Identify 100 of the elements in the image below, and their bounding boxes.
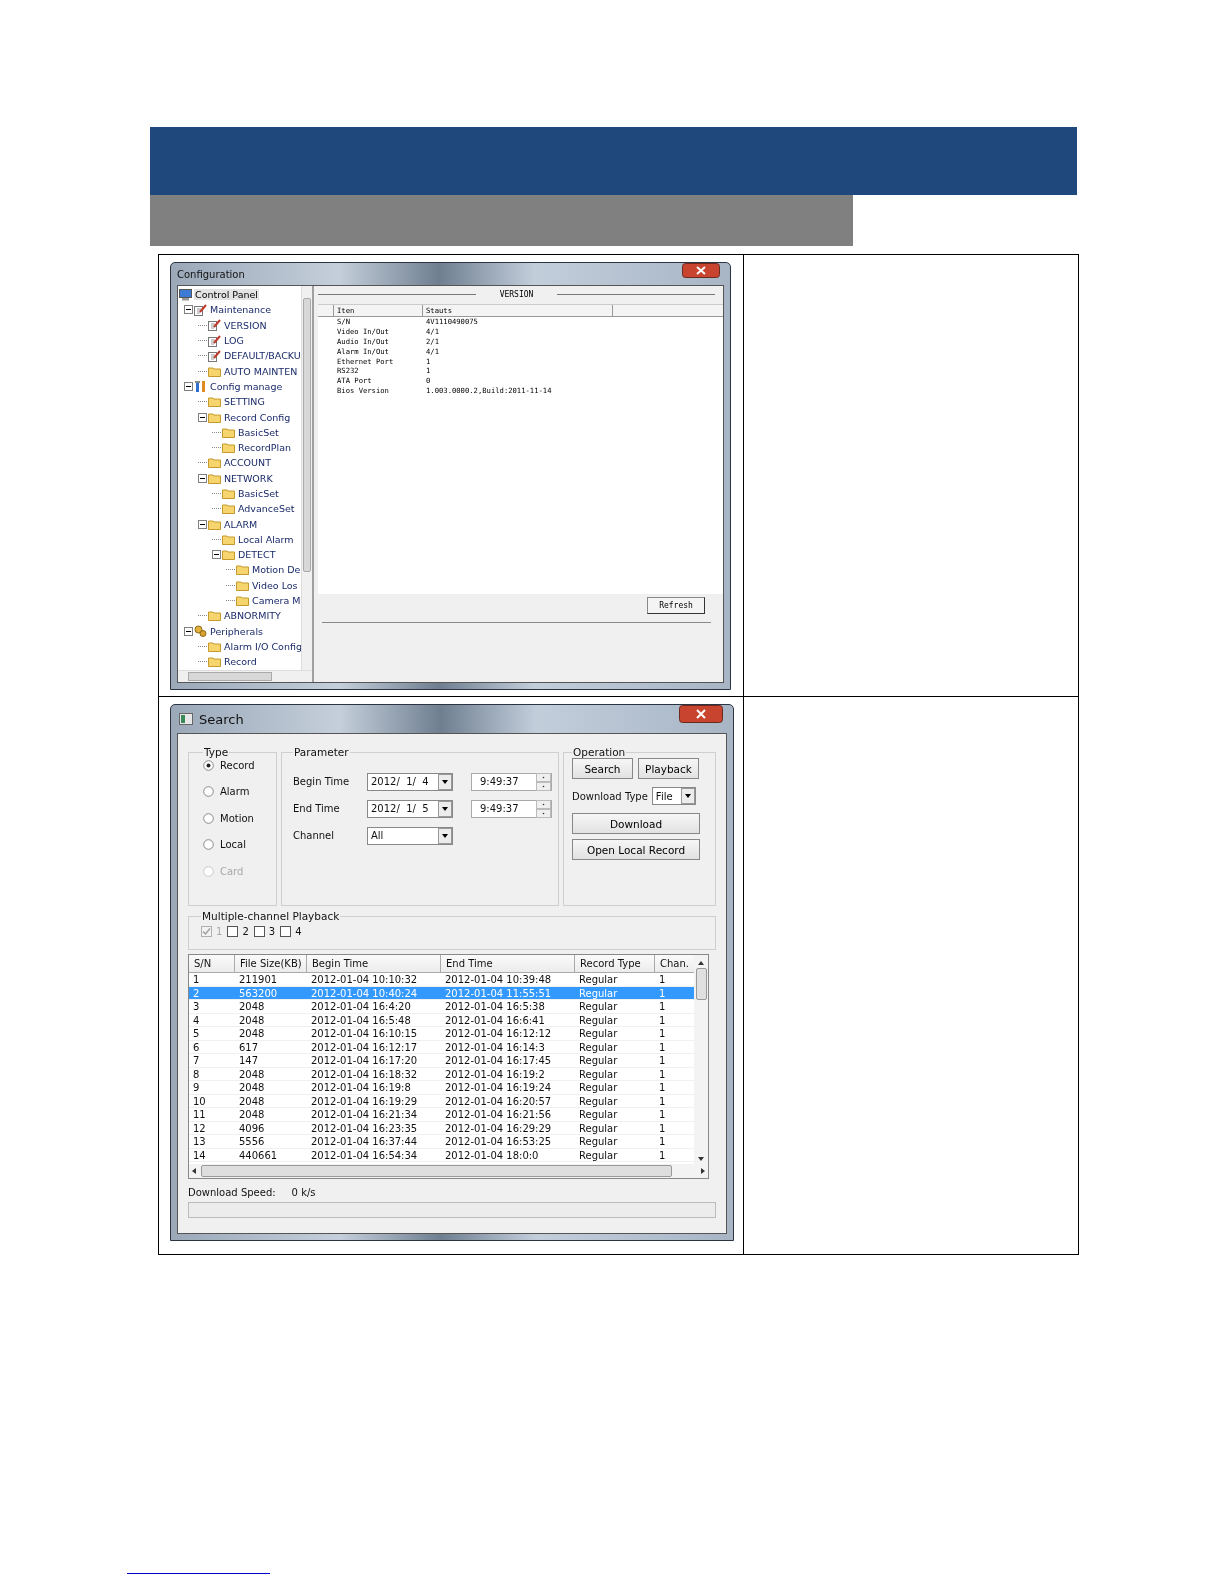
tree-item[interactable]: AUTO MAINTEN (223, 365, 299, 377)
tools-icon (194, 380, 207, 393)
tree-item[interactable]: Alarm I/O Config (223, 640, 301, 652)
tree-item[interactable]: Video Los (251, 579, 299, 591)
open-local-record-button[interactable]: Open Local Record (572, 839, 700, 860)
table-cell-text: Regular (578, 1121, 619, 1134)
table-cell-text: 563200 (238, 986, 279, 999)
tree-item[interactable]: Control Panel (194, 289, 259, 301)
table-cell-text: 1 (658, 1108, 667, 1121)
tree-item[interactable]: Peripherals (209, 625, 264, 637)
checkbox[interactable] (280, 926, 292, 937)
tree-item[interactable]: LOG (223, 335, 245, 347)
table-cell-text: 1 (658, 1094, 667, 1107)
table-row[interactable]: 8 2048 2012-01-04 16:18:32 2012-01-04 16:19:2 Regular 1 (189, 1067, 694, 1081)
column-header[interactable]: End Time (441, 955, 575, 972)
tree-item[interactable]: Camera M (251, 595, 301, 607)
collapse-icon[interactable] (198, 519, 207, 529)
tree-item[interactable]: ACCOUNT (223, 457, 272, 469)
table-row[interactable]: 4 2048 2012-01-04 16:5:48 2012-01-04 16:6:41 Regular 1 (189, 1013, 694, 1027)
close-icon[interactable] (682, 263, 720, 278)
table-cell-text: 2012-01-04 16:6:41 (444, 1013, 546, 1026)
download-button[interactable]: Download (572, 813, 700, 834)
table-row[interactable]: 9 2048 2012-01-04 16:19:8 2012-01-04 16:19:24 Regular 1 (189, 1081, 694, 1095)
scroll-thumb[interactable] (695, 968, 707, 1000)
column-header[interactable]: Begin Time (307, 955, 441, 972)
horizontal-scrollbar[interactable] (178, 670, 312, 682)
collapse-icon[interactable] (184, 305, 193, 315)
horizontal-scrollbar[interactable] (189, 1164, 708, 1178)
collapse-icon[interactable] (198, 473, 207, 483)
checkbox[interactable] (227, 926, 239, 937)
checkbox[interactable] (253, 926, 265, 937)
date-picker[interactable]: 2012/ 1/ 4 (367, 772, 453, 791)
radio-label: Card (220, 865, 244, 877)
table-cell-text: 440661 (238, 1148, 279, 1161)
tree-item[interactable]: AdvanceSet (237, 503, 296, 515)
tree-item[interactable]: SETTING (223, 396, 266, 408)
table-cell-text: 2012-01-04 11:55:51 (444, 986, 553, 999)
table-row[interactable]: 5 2048 2012-01-04 16:10:15 2012-01-04 16:12:12 Regular 1 (189, 1027, 694, 1041)
table-row[interactable]: 14 440661 2012-01-04 16:54:34 2012-01-04 18:0:0 Regular 1 (189, 1148, 694, 1162)
tree-item[interactable]: DETECT (237, 549, 277, 561)
tree-item[interactable]: Record Config (223, 411, 292, 423)
table-row[interactable]: 12 4096 2012-01-04 16:23:35 2012-01-04 16:29:29 Regular 1 (189, 1121, 694, 1135)
time-field[interactable]: 9:49:37 (471, 799, 552, 818)
table-cell-text: 211901 (238, 973, 279, 986)
table-row[interactable]: 11 2048 2012-01-04 16:21:34 2012-01-04 16:21:56 Regular 1 (189, 1108, 694, 1122)
radio-button[interactable] (203, 839, 214, 851)
table-row[interactable]: 3 2048 2012-01-04 16:4:20 2012-01-04 16:5:38 Regular 1 (189, 1000, 694, 1014)
tree-item[interactable]: Local Alarm (237, 533, 295, 545)
tree-item[interactable]: Record (223, 656, 258, 668)
table-row[interactable]: 10 2048 2012-01-04 16:19:29 2012-01-04 16:20:57 Regular 1 (189, 1094, 694, 1108)
radio-button[interactable] (203, 759, 214, 771)
scrollbar[interactable] (694, 955, 708, 1164)
tree-item[interactable]: VERSION (223, 319, 268, 331)
tree-item[interactable]: ALARM (223, 518, 259, 530)
dropdown-icon[interactable] (438, 827, 452, 844)
table-row[interactable]: 13 5556 2012-01-04 16:37:44 2012-01-04 16:53:25 Regular 1 (189, 1135, 694, 1149)
download-type-dropdown[interactable]: File (651, 787, 696, 805)
close-icon[interactable] (679, 705, 723, 723)
folder-icon (222, 533, 235, 545)
scroll-thumb[interactable] (188, 672, 272, 681)
radio-button[interactable] (203, 812, 214, 824)
channel-dropdown[interactable]: All (367, 826, 453, 845)
refresh-button[interactable]: Refresh (647, 597, 705, 614)
tree-item[interactable]: Maintenance (209, 304, 273, 316)
table-cell-text: 1 (658, 1135, 667, 1148)
collapse-icon[interactable] (198, 412, 207, 422)
table-cell-text: 2048 (238, 1000, 266, 1013)
tree-item[interactable]: Motion De (251, 564, 301, 576)
tree-item[interactable]: RecordPlan (237, 442, 293, 454)
folder-icon (222, 503, 235, 515)
table-row[interactable]: 7 147 2012-01-04 16:17:20 2012-01-04 16:17:45 Regular 1 (189, 1054, 694, 1068)
column-header[interactable]: Record Type (575, 955, 655, 972)
tree-item[interactable]: DEFAULT/BACKU (223, 350, 301, 362)
dropdown-icon[interactable] (438, 773, 452, 790)
table-cell-text: 2012-01-04 16:19:8 (310, 1081, 412, 1094)
scroll-thumb[interactable] (303, 298, 311, 572)
collapse-icon[interactable] (212, 550, 221, 560)
radio-label: Alarm (220, 786, 250, 798)
table-row[interactable]: 6 617 2012-01-04 16:12:17 2012-01-04 16:14:3 Regular 1 (189, 1040, 694, 1054)
radio-label: Local (220, 839, 246, 851)
tree-item[interactable]: Config manage (209, 380, 284, 392)
table-cell-text: 7 (192, 1054, 201, 1067)
tree-item[interactable]: NETWORK (223, 472, 274, 484)
dropdown-icon[interactable] (438, 800, 452, 817)
tree-item[interactable]: ABNORMITY (223, 610, 282, 622)
dropdown-icon[interactable] (680, 788, 695, 804)
radio-button[interactable] (203, 786, 214, 798)
tree-item[interactable]: BasicSet (237, 488, 280, 499)
scroll-thumb[interactable] (200, 1165, 672, 1177)
playback-button[interactable]: Playback (638, 758, 699, 779)
collapse-icon[interactable] (184, 626, 193, 636)
column-header[interactable]: S/N (189, 955, 235, 972)
column-header[interactable]: File Size(KB) (235, 955, 307, 972)
date-picker[interactable]: 2012/ 1/ 5 (367, 799, 453, 818)
tree-item[interactable]: BasicSet (237, 426, 280, 438)
search-button[interactable]: Search (572, 758, 633, 779)
table-row[interactable]: 1 211901 2012-01-04 10:10:32 2012-01-04 10:39:48 Regular 1 (189, 973, 694, 987)
time-field[interactable]: 9:49:37 (471, 772, 552, 791)
collapse-icon[interactable] (184, 381, 193, 391)
scrollbar[interactable] (301, 286, 312, 670)
